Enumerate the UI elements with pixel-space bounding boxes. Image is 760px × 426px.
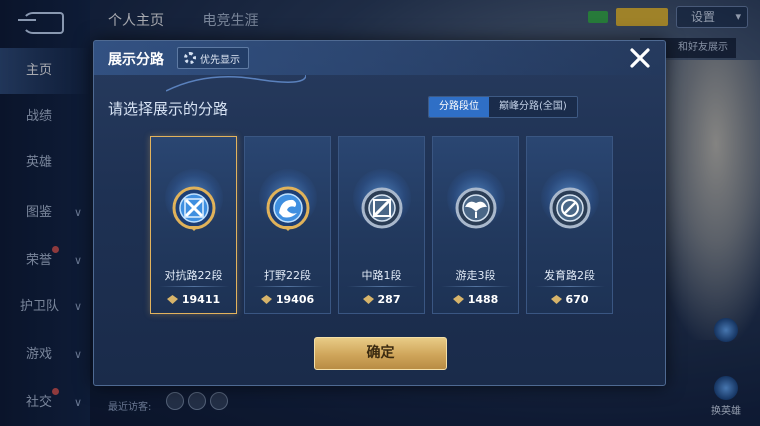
section-title: 请选择展示的分路 bbox=[108, 100, 229, 118]
card-lane-name: 打野22段 bbox=[264, 269, 311, 282]
lane-mode-toggle: 分路段位 巅峰分路(全国) bbox=[428, 96, 578, 118]
card-divider bbox=[253, 286, 323, 287]
card-divider bbox=[441, 286, 511, 287]
card-lane-name: 中路1段 bbox=[361, 269, 402, 282]
dragon-emblem-icon bbox=[266, 186, 310, 231]
slash-emblem-icon bbox=[361, 187, 403, 229]
card-lane-name: 游走3段 bbox=[455, 269, 496, 282]
tab-lane-rank[interactable]: 分路段位 bbox=[429, 97, 489, 117]
card-lane-score: 19411 bbox=[151, 293, 236, 306]
score-wing-icon bbox=[166, 295, 178, 304]
card-divider bbox=[347, 286, 417, 287]
score-wing-icon bbox=[260, 295, 272, 304]
dialog-title: 展示分路 bbox=[108, 52, 164, 68]
gear-icon bbox=[184, 52, 196, 64]
sword-emblem-icon bbox=[172, 186, 216, 231]
card-divider bbox=[159, 286, 229, 287]
score-wing-icon bbox=[452, 295, 464, 304]
card-lane-score: 19406 bbox=[245, 293, 330, 306]
lane-card-jungle[interactable]: 打野22段 19406 bbox=[244, 136, 331, 314]
header-ornament bbox=[166, 74, 306, 92]
wing-emblem-icon bbox=[455, 187, 497, 229]
score-wing-icon bbox=[362, 295, 374, 304]
lane-display-dialog: 展示分路 优先显示 请选择展示的分路 分路段位 巅峰分路(全国) 对抗路22段 bbox=[93, 40, 666, 386]
lane-card-roam[interactable]: 游走3段 1488 bbox=[432, 136, 519, 314]
target-emblem-icon bbox=[549, 187, 591, 229]
card-lane-name: 对抗路22段 bbox=[164, 269, 223, 282]
card-lane-score: 287 bbox=[339, 293, 424, 306]
close-button[interactable] bbox=[621, 43, 659, 73]
lane-card-top[interactable]: 对抗路22段 19411 bbox=[150, 136, 237, 314]
confirm-button[interactable]: 确定 bbox=[314, 337, 447, 370]
card-divider bbox=[535, 286, 605, 287]
card-lane-name: 发育路2段 bbox=[544, 269, 595, 282]
card-lane-score: 1488 bbox=[433, 293, 518, 306]
close-icon bbox=[630, 48, 650, 68]
tab-peak-lane[interactable]: 巅峰分路(全国) bbox=[489, 97, 577, 117]
priority-display-button[interactable]: 优先显示 bbox=[177, 47, 249, 69]
lane-card-mid[interactable]: 中路1段 287 bbox=[338, 136, 425, 314]
card-lane-score: 670 bbox=[527, 293, 612, 306]
lane-cards: 对抗路22段 19411 打野22段 19406 中路1段 287 游走3段 1… bbox=[150, 136, 613, 314]
score-wing-icon bbox=[550, 295, 562, 304]
lane-card-farm[interactable]: 发育路2段 670 bbox=[526, 136, 613, 314]
